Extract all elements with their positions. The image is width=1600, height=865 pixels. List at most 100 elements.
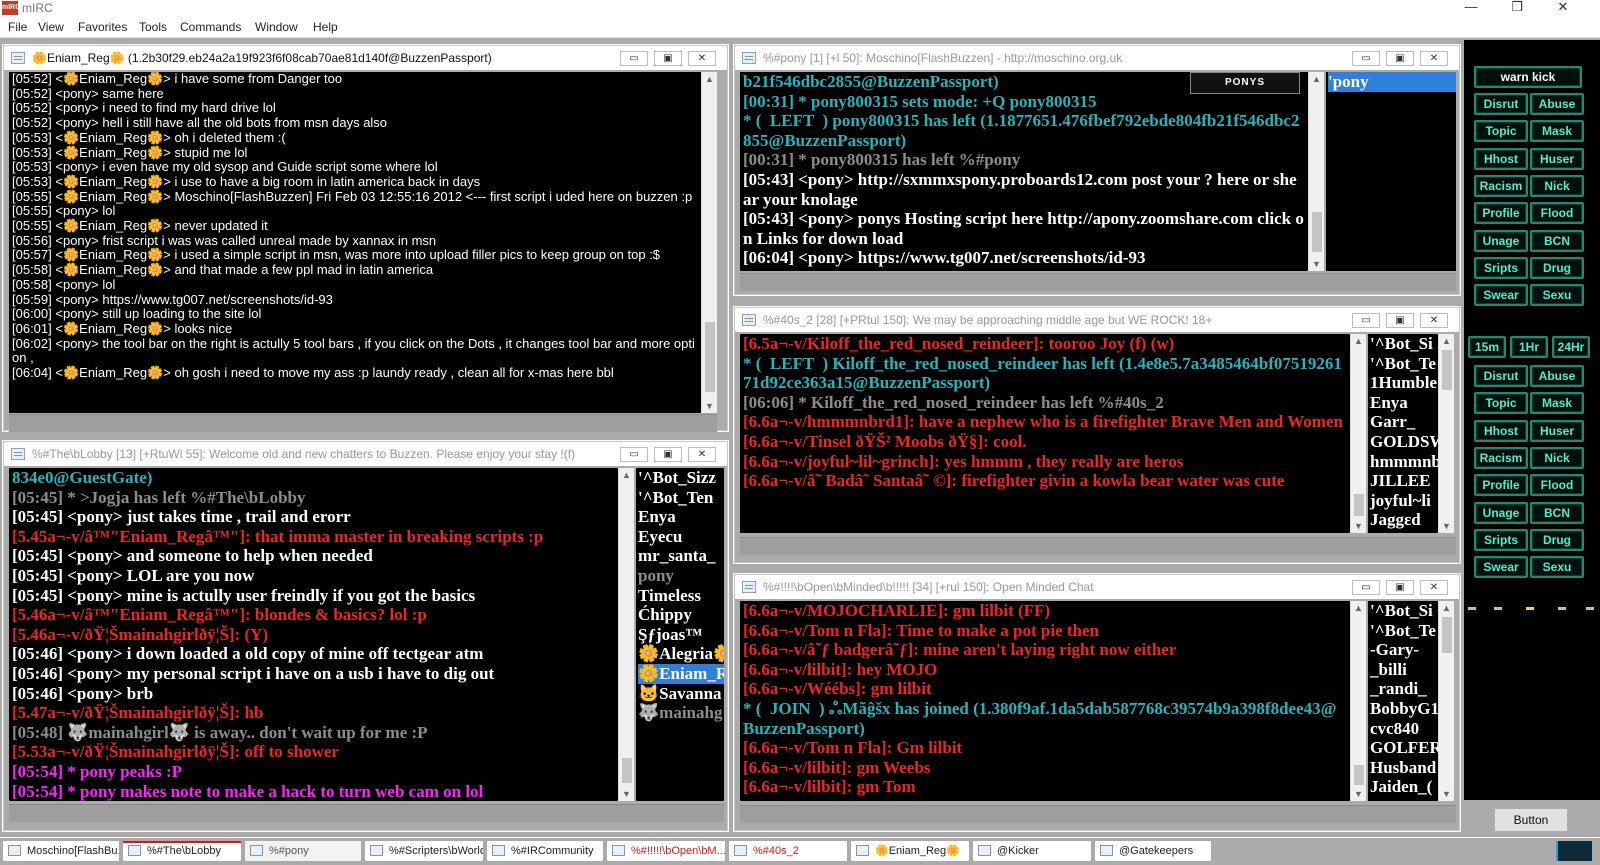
toolbar-button-flood[interactable]: Flood	[1530, 474, 1584, 497]
nick-item[interactable]: Şƒjoas™	[638, 625, 724, 645]
scroll-down-arrow-icon[interactable]: ▼	[1439, 519, 1454, 533]
toolbar-button-abuse[interactable]: Abuse	[1530, 93, 1584, 115]
nick-item[interactable]: GOLFER1	[1370, 738, 1438, 758]
switchbar-tab[interactable]: %#!!!!!\bOpen\bM...	[606, 840, 726, 862]
scroll-down-arrow-icon[interactable]: ▼	[1351, 519, 1366, 533]
pony-input[interactable]	[740, 273, 1456, 291]
forties-chat-area[interactable]: [6.5a¬-v/Kiloff_the_red_nosed_reindeer]:…	[740, 334, 1350, 533]
switchbar-tab[interactable]: 🌼Eniam_Reg🌼	[850, 840, 970, 862]
mdi-close-button[interactable]: ✕	[1420, 313, 1448, 328]
scroll-thumb[interactable]	[1354, 494, 1364, 516]
maximize-window-button[interactable]: ❐	[1494, 0, 1540, 16]
forties-nick-scrollbar[interactable]: ▲ ▼	[1438, 334, 1454, 533]
mdi-minimize-button[interactable]: ▭	[1352, 580, 1380, 595]
switchbar-tab[interactable]: %#40s_2	[728, 840, 848, 862]
query-chat-area[interactable]: [05:52] <🌼Eniam_Reg🌼> i have some from D…	[9, 72, 701, 413]
mdi-minimize-button[interactable]: ▭	[1352, 313, 1380, 328]
toolbar-button-bcn[interactable]: BCN	[1530, 501, 1584, 524]
scroll-up-arrow-icon[interactable]: ▲	[1439, 601, 1454, 615]
lobby-scrollbar[interactable]: ▲ ▼	[618, 468, 634, 801]
switchbar-tab[interactable]: Moschino[FlashBu...	[2, 840, 120, 862]
toolbar-button-mask[interactable]: Mask	[1530, 120, 1584, 143]
scroll-thumb[interactable]	[1442, 350, 1452, 390]
toolbar-button-disrut[interactable]: Disrut	[1474, 93, 1528, 115]
toolbar-button-huser[interactable]: Huser	[1530, 419, 1584, 442]
close-window-button[interactable]: ✕	[1540, 0, 1586, 16]
toolbar-button-sripts[interactable]: Sripts	[1474, 256, 1528, 279]
nick-item[interactable]: Enya	[638, 507, 724, 527]
toolbar-button-swear[interactable]: Swear	[1474, 284, 1528, 307]
toolbar-button-swear[interactable]: Swear	[1474, 556, 1528, 579]
toolbar-button-unage[interactable]: Unage	[1474, 501, 1528, 524]
toolbar-button-profile[interactable]: Profile	[1474, 202, 1528, 225]
toolbar-button-abuse[interactable]: Abuse	[1530, 365, 1584, 387]
nick-item[interactable]: '^Bot_Si	[1370, 334, 1438, 354]
mdi-maximize-button[interactable]: ▣	[1386, 313, 1414, 328]
nick-item[interactable]: -Gary-	[1370, 640, 1438, 660]
mdi-minimize-button[interactable]: ▭	[620, 447, 648, 462]
mdi-close-button[interactable]: ✕	[688, 447, 716, 462]
scroll-down-arrow-icon[interactable]: ▼	[1351, 787, 1366, 801]
mdi-close-button[interactable]: ✕	[1420, 580, 1448, 595]
toolbar-button-racism[interactable]: Racism	[1474, 174, 1528, 197]
scroll-thumb[interactable]	[1354, 765, 1364, 785]
nick-item[interactable]: cvc840	[1370, 719, 1438, 739]
openminded-input[interactable]	[740, 805, 1456, 823]
menu-view[interactable]: View	[38, 20, 64, 34]
pony-chat-area[interactable]: b21f546dbc2855@BuzzenPassport) [00:31] * …	[740, 72, 1308, 271]
nick-item[interactable]: 'pony	[1328, 72, 1456, 92]
scroll-up-arrow-icon[interactable]: ▲	[1309, 72, 1324, 86]
nick-item[interactable]: Timeless	[638, 586, 724, 606]
switchbar-tab[interactable]: @Kicker	[972, 840, 1092, 862]
switchbar-tab[interactable]: @Gatekeepers	[1094, 840, 1212, 862]
toolbar-button-nick[interactable]: Nick	[1530, 446, 1584, 469]
scroll-up-arrow-icon[interactable]: ▲	[1351, 334, 1366, 348]
nick-item[interactable]: hmmmnb	[1370, 452, 1438, 472]
toolbar-button-15m[interactable]: 15m	[1468, 336, 1506, 358]
minimize-window-button[interactable]: —	[1448, 0, 1494, 16]
toolbar-button-topic[interactable]: Topic	[1474, 120, 1528, 143]
nick-item[interactable]: _randi_	[1370, 679, 1438, 699]
toolbar-button-bcn[interactable]: BCN	[1530, 229, 1584, 252]
switchbar-tab[interactable]: %#The\bLobby	[122, 840, 242, 862]
nick-item[interactable]: 🐺mainahg	[638, 703, 724, 723]
toolbar-button-unage[interactable]: Unage	[1474, 229, 1528, 252]
nick-item[interactable]: 🐱Savanna	[638, 684, 724, 704]
mdi-close-button[interactable]: ✕	[688, 51, 716, 66]
nick-item[interactable]: '^Bot_Te	[1370, 621, 1438, 641]
scroll-thumb[interactable]	[1312, 212, 1322, 252]
switchbar-tab[interactable]: %#Scripters\bWorld	[364, 840, 484, 862]
menu-commands[interactable]: Commands	[180, 20, 241, 34]
toolbar-switch-dot[interactable]	[1526, 607, 1534, 610]
nick-item[interactable]: Husband	[1370, 758, 1438, 778]
toolbar-button-flood[interactable]: Flood	[1530, 202, 1584, 225]
toolbar-button-profile[interactable]: Profile	[1474, 474, 1528, 497]
toolbar-button-sexu[interactable]: Sexu	[1530, 284, 1584, 307]
nick-item[interactable]: joyful~li	[1370, 491, 1438, 511]
toolbar-switch-dot[interactable]	[1494, 607, 1502, 610]
nick-item[interactable]: '^Bot_Si	[1370, 601, 1438, 621]
scroll-down-arrow-icon[interactable]: ▼	[1439, 787, 1454, 801]
pony-scrollbar[interactable]: ▲ ▼	[1308, 72, 1324, 271]
lobby-input[interactable]	[9, 804, 724, 822]
nick-item[interactable]: BobbyG1	[1370, 699, 1438, 719]
menu-tools[interactable]: Tools	[139, 20, 167, 34]
toolbar-button-topic[interactable]: Topic	[1474, 392, 1528, 415]
switchbar-tab[interactable]: %#pony	[244, 840, 362, 862]
nick-item[interactable]: JILLEE	[1370, 471, 1438, 491]
menu-window[interactable]: Window	[255, 20, 298, 34]
nick-item[interactable]: pony	[638, 566, 724, 586]
mdi-minimize-button[interactable]: ▭	[620, 51, 648, 66]
nick-item[interactable]: '^Bot_Sizz	[638, 468, 724, 488]
scroll-up-arrow-icon[interactable]: ▲	[1439, 334, 1454, 348]
toolbar-button-nick[interactable]: Nick	[1530, 174, 1584, 197]
toolbar-switch-dot[interactable]	[1468, 607, 1476, 610]
mdi-maximize-button[interactable]: ▣	[654, 447, 682, 462]
switchbar-tab[interactable]: %#IRCommunity	[486, 840, 604, 862]
toolbar-button-warn-kick[interactable]: warn kick	[1474, 66, 1582, 88]
generic-button[interactable]: Button	[1494, 808, 1568, 832]
toolbar-button-1hr[interactable]: 1Hr	[1510, 336, 1548, 358]
toolbar-button-sripts[interactable]: Sripts	[1474, 528, 1528, 551]
toolbar-button-hhost[interactable]: Hhost	[1474, 147, 1528, 170]
openminded-chat-area[interactable]: [6.6a¬-v/MOJOCHARLIE]: gm lilbit (FF) [6.…	[740, 601, 1350, 801]
